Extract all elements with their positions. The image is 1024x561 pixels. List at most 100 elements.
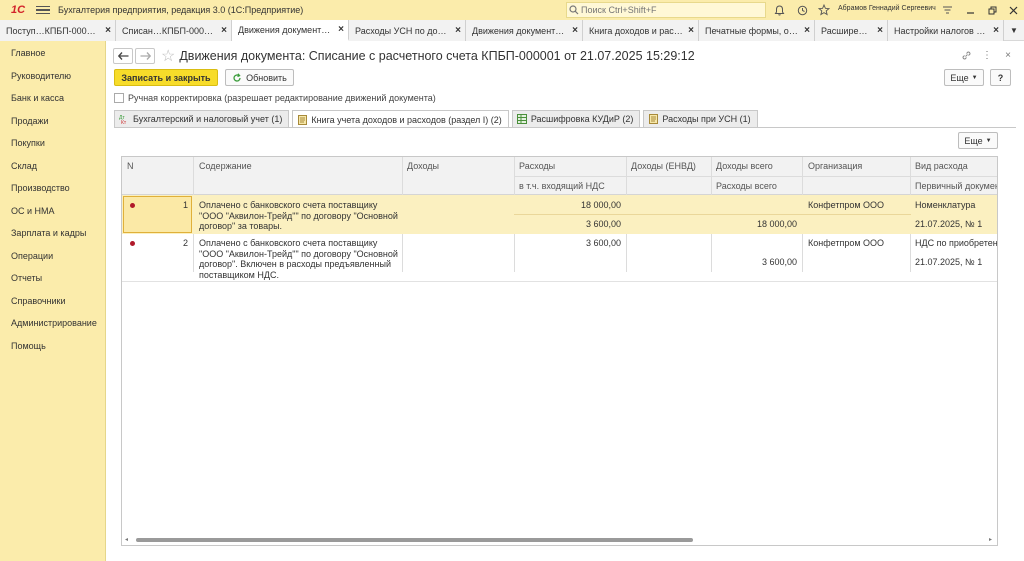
close-icon[interactable]: × (572, 25, 578, 36)
col-income[interactable]: Доходы (407, 161, 439, 171)
sidebar-item-warehouse[interactable]: Склад (0, 155, 105, 178)
help-button[interactable]: ? (990, 69, 1011, 86)
col-expense[interactable]: Расходы (519, 161, 555, 171)
sidebar-item-administration[interactable]: Администрирование (0, 312, 105, 335)
link-icon[interactable] (958, 47, 974, 63)
manual-correction-checkbox[interactable] (114, 93, 124, 103)
row-expense: 18 000,00 (580, 200, 621, 210)
scroll-right-icon[interactable]: ▸ (989, 536, 992, 543)
document-header: ☆ Движения документа: Списание с расчетн… (113, 47, 695, 65)
col-n[interactable]: N (127, 161, 134, 171)
sidebar-item-bank-cash[interactable]: Банк и касса (0, 87, 105, 110)
close-icon[interactable]: × (455, 25, 461, 36)
sidebar-item-reports[interactable]: Отчеты (0, 267, 105, 290)
search-input[interactable] (581, 5, 761, 15)
tab-label: Расходы при УСН (1) (662, 114, 751, 124)
sidebar-item-fixed-assets[interactable]: ОС и НМА (0, 200, 105, 223)
user-name[interactable]: Абрамов Геннадий Сергеевич (838, 5, 936, 12)
table-row[interactable]: 2 Оплачено с банковского счета поставщик… (122, 234, 998, 282)
bell-icon[interactable] (772, 3, 786, 17)
movements-table: N Содержание Доходы Расходы в т.ч. входя… (121, 156, 998, 546)
row-n: 2 (182, 238, 188, 248)
tab-usn-expenses[interactable]: Расходы при УСН (1) (643, 110, 758, 127)
horizontal-scrollbar[interactable]: ◂ ▸ (121, 535, 998, 545)
row-primary-doc: 21.07.2025, № 1 (915, 257, 983, 267)
col-expense-vat[interactable]: в т.ч. входящий НДС (519, 181, 605, 191)
settings-lines-icon[interactable] (940, 3, 954, 17)
tab-receipt[interactable]: Поступ…КПБП-000001 × (0, 20, 116, 41)
more-button[interactable]: Еще ▼ (944, 69, 984, 86)
tab-label: Списан…КПБП-000001 (122, 25, 217, 36)
chevron-down-icon[interactable]: ▼ (1004, 20, 1024, 40)
status-dot (130, 241, 135, 246)
sidebar-item-sales[interactable]: Продажи (0, 110, 105, 133)
tab-label: Книга доходов и рас… (589, 25, 683, 36)
close-icon[interactable]: × (338, 24, 344, 35)
save-close-button[interactable]: Записать и закрыть (114, 69, 218, 86)
forward-arrow-icon[interactable] (135, 48, 155, 64)
favorites-star-icon[interactable] (817, 3, 831, 17)
sidebar-item-payroll[interactable]: Зарплата и кадры (0, 222, 105, 245)
row-expense-total: 18 000,00 (756, 219, 797, 229)
row-primary-doc: 21.07.2025, № 1 (915, 219, 983, 229)
col-income-envd[interactable]: Доходы (ЕНВД) (631, 161, 696, 171)
refresh-icon (233, 72, 241, 82)
chevron-down-icon: ▼ (985, 137, 992, 144)
row-expense-type: НДС по приобретен (915, 238, 998, 248)
restore-icon[interactable] (985, 3, 999, 17)
sidebar-item-main[interactable]: Главное (0, 42, 105, 65)
global-search[interactable] (566, 2, 766, 18)
row-expense-vat: 3 600,00 (585, 219, 621, 229)
more-vertical-icon[interactable]: ⋮ (979, 47, 995, 63)
close-window-icon[interactable] (1006, 3, 1020, 17)
close-form-icon[interactable]: × (1000, 47, 1016, 63)
tab-write-off[interactable]: Списан…КПБП-000001 × (116, 20, 232, 41)
tab-accounting[interactable]: Дт Кт Бухгалтерский и налоговый учет (1) (114, 110, 290, 127)
sidebar-item-operations[interactable]: Операции (0, 245, 105, 268)
close-icon[interactable]: × (688, 25, 694, 36)
tab-label: Настройки налогов и… (894, 25, 989, 36)
tab-document-movements[interactable]: Движения документ… × (232, 20, 349, 41)
main-menu-icon[interactable] (36, 5, 50, 15)
tab-print-forms[interactable]: Печатные формы, о… × (699, 20, 815, 41)
table-more-button[interactable]: Еще ▼ (958, 132, 998, 149)
col-expense-type[interactable]: Вид расхода (915, 161, 968, 171)
col-expense-total[interactable]: Расходы всего (716, 181, 777, 191)
favorite-star-icon[interactable]: ☆ (161, 46, 175, 66)
tab-document-movements-2[interactable]: Движения документ… × (466, 20, 583, 41)
status-dot (130, 203, 135, 208)
refresh-button[interactable]: Обновить (225, 69, 294, 86)
tab-label: Движения документ… (472, 25, 565, 36)
manual-correction-label: Ручная корректировка (разрешает редактир… (128, 93, 436, 103)
close-icon[interactable]: × (221, 25, 227, 36)
tab-usn-expenses[interactable]: Расходы УСН по док… × (349, 20, 466, 41)
sidebar-item-production[interactable]: Производство (0, 177, 105, 200)
close-icon[interactable]: × (105, 25, 111, 36)
tab-label: Бухгалтерский и налоговый учет (1) (133, 114, 283, 124)
scroll-left-icon[interactable]: ◂ (125, 536, 128, 543)
manual-correction[interactable]: Ручная корректировка (разрешает редактир… (114, 93, 436, 103)
col-income-total[interactable]: Доходы всего (716, 161, 773, 171)
sidebar-item-directories[interactable]: Справочники (0, 290, 105, 313)
sidebar-item-purchases[interactable]: Покупки (0, 132, 105, 155)
chevron-down-icon: ▼ (971, 74, 978, 81)
close-icon[interactable]: × (877, 25, 883, 36)
col-content[interactable]: Содержание (199, 161, 252, 171)
tab-income-expense-book[interactable]: Книга учета доходов и расходов (раздел I… (292, 110, 509, 128)
col-organization[interactable]: Организация (808, 161, 862, 171)
tab-kudir-details[interactable]: Расшифровка КУДиР (2) (511, 110, 641, 127)
tab-extensions[interactable]: Расширения × (815, 20, 888, 41)
close-icon[interactable]: × (993, 25, 999, 36)
sidebar-item-help[interactable]: Помощь (0, 335, 105, 358)
sidebar-item-manager[interactable]: Руководителю (0, 65, 105, 88)
tab-income-book[interactable]: Книга доходов и рас… × (583, 20, 699, 41)
scroll-thumb[interactable] (136, 538, 693, 542)
tab-tax-settings[interactable]: Настройки налогов и… × (888, 20, 1004, 41)
close-icon[interactable]: × (804, 25, 810, 36)
minimize-icon[interactable] (963, 3, 977, 17)
table-row[interactable]: 1 Оплачено с банковского счета поставщик… (122, 195, 997, 234)
history-icon[interactable] (795, 3, 809, 17)
col-primary-doc[interactable]: Первичный докумен (915, 181, 997, 191)
table-icon (516, 114, 527, 124)
back-arrow-icon[interactable] (113, 48, 133, 64)
